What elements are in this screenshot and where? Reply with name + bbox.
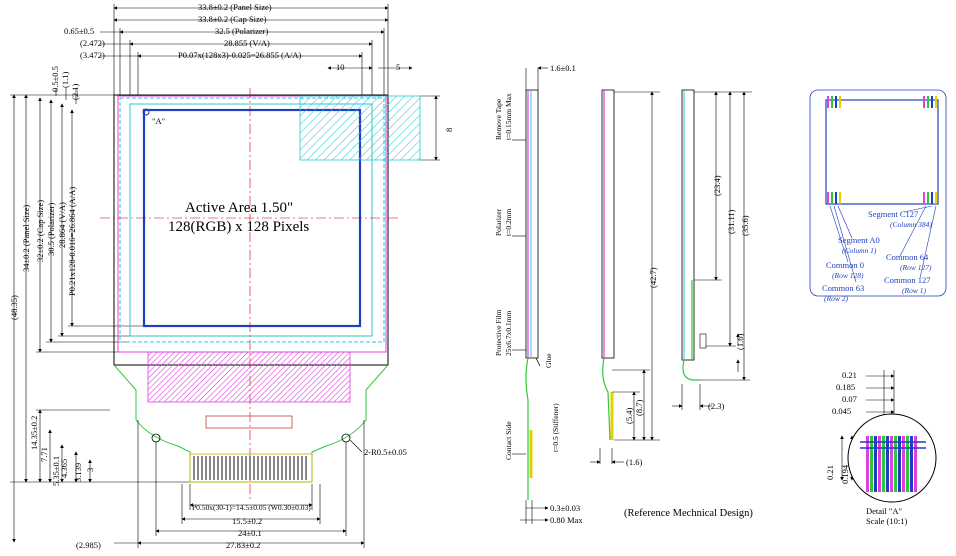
glue-label: Glue (544, 353, 553, 368)
polarizer-thk: t=0.2mm (504, 208, 513, 236)
row2-label: (Row 2) (824, 294, 848, 303)
dim-thickness: 1.6±0.1 (550, 63, 576, 73)
detail-0-07: 0.07 (842, 394, 857, 404)
dim-27-83: 27.83±0.2 (226, 540, 260, 550)
col1-label: (Column 1) (842, 246, 877, 255)
hole-right (341, 433, 351, 443)
film-label: Protective Film (494, 309, 503, 356)
remove-tape-thk: t=0.15mm Max (504, 93, 513, 140)
dim-8-7: (8.7) (634, 400, 644, 416)
row127-label: (Row 127) (900, 263, 932, 272)
film-size: 25x6.7x0.1mm (504, 310, 513, 356)
dim-five: 5 (396, 62, 400, 72)
marker-a-label: "A" (152, 116, 165, 126)
detail-a: 0.21 0.185 0.07 0.045 0.21 0.194 Detail … (825, 370, 937, 526)
dim-panel-width: 33.8±0.2 (Panel Size) (198, 2, 272, 12)
dim-cap-height: 32±0.2 (Cap Size) (35, 200, 45, 262)
detail-0-185: 0.185 (836, 382, 855, 392)
mechanical-drawing: 33.8±0.2 (Panel Size) 33.8±0.2 (Cap Size… (9, 2, 947, 550)
reference-note: (Reference Mechnical Design) (624, 508, 753, 519)
dim-overall-height: (48.35) (9, 295, 19, 320)
dim-35-6: (35.6) (740, 215, 750, 236)
dim-right-1-6: (1.6) (735, 334, 745, 350)
dim-2-985: (2.985) (76, 540, 101, 550)
dim-5-35: 5.35±0.1 (51, 456, 61, 486)
active-area-label: Active Area 1.50" (185, 200, 293, 216)
dim-left-offset: 0.65±0.5 (64, 26, 94, 36)
detail-title: Detail "A" (866, 506, 902, 516)
dim-aa-width: P0.07x(128x3)-0.025=26.855 (A/A) (178, 50, 301, 60)
stiffener-label: t=0.5 (Stiffener) (551, 403, 560, 452)
remove-tape-label: Remove Tape (494, 98, 503, 140)
dim-fpc-length: 14.35±0.2 (29, 416, 39, 450)
dim-panel-height: 34±0.2 (Panel Size) (21, 205, 31, 272)
row1-label: (Row 1) (902, 286, 926, 295)
driver-area (147, 351, 351, 403)
front-view: 33.8±0.2 (Panel Size) 33.8±0.2 (Cap Size… (9, 2, 454, 550)
dim-3: 3 (85, 468, 95, 472)
dim-24: 24±0.1 (238, 528, 262, 538)
dim-cap-width: 33.8±0.2 (Cap Size) (198, 14, 267, 24)
dim-0-3: 0.3±0.03 (550, 503, 580, 513)
dim-ten: 10 (336, 62, 345, 72)
side-view: 1.6±0.1 Remove Tape t=0.15mm Max Polariz… (494, 63, 583, 525)
dim-42-7: (42.7) (648, 267, 658, 288)
dim-polarizer-width: 32.5 (Polarizer) (215, 26, 269, 36)
col384-label: (Column 384) (890, 220, 932, 229)
dim-1-1: (1.1) (60, 72, 70, 88)
dim-23-4: (23.4) (712, 175, 722, 196)
row128-label: (Row 128) (832, 271, 864, 280)
dim-2-3: (2.3) (708, 401, 724, 411)
dim-va-offset: (2.472) (80, 38, 105, 48)
tape-hatch-area (299, 95, 421, 161)
right-view: (23.4) (31.11) (35.6) (1.6) (2.3) (672, 89, 752, 411)
pin-map: Segment C127 (Column 384) Segment A0 (Co… (809, 89, 947, 303)
detail-v-0-21: 0.21 (825, 465, 835, 480)
seg0-label: Segment A0 (838, 235, 880, 245)
dim-5-4: (5.4) (624, 408, 634, 424)
dim-aa-offset: (3.472) (80, 50, 105, 60)
polarizer-label: Polarizer (494, 208, 503, 236)
dim-va-width: 28.855 (V/A) (224, 38, 270, 48)
dim-polarizer-height: 30.5 (Polarizer) (46, 202, 56, 256)
dim-15-5: 15.5±0.2 (232, 516, 262, 526)
dim-eight: 8 (444, 128, 454, 132)
pixels-label: 128(RGB) x 128 Pixels (168, 219, 309, 235)
dim-3-139: 3.139 (73, 463, 83, 482)
com64-label: Common 64 (886, 252, 929, 262)
dim-pin-pitch: P0.50x(30-1)=14.5±0.05 (W0.30±0.03) (192, 503, 311, 512)
dim-top-gap: 0.5±0.5 (50, 66, 60, 92)
dim-aa-height: P0.21x128-0.016=26.864 (A/A) (67, 187, 77, 296)
com127-label: Common 127 (884, 275, 931, 285)
dim-31-11: (31.11) (726, 209, 736, 234)
seg127-label: Segment C127 (868, 209, 918, 219)
fpc-pins (193, 456, 307, 480)
com0-label: Common 0 (826, 260, 864, 270)
dim-0-8: 0.80 Max (550, 515, 583, 525)
dim-mid-1-6: (1.6) (626, 457, 642, 467)
detail-0-21: 0.21 (842, 370, 857, 380)
detail-scale: Scale (10:1) (866, 516, 907, 526)
ic-outline (205, 415, 293, 429)
detail-0-045: 0.045 (832, 406, 851, 416)
dim-2-1: (2.1) (70, 84, 80, 100)
dim-7-71: 7.71 (39, 447, 49, 462)
dim-hole-radius: 2-R0.5±0.05 (364, 447, 407, 457)
com63-label: Common 63 (822, 283, 864, 293)
mid-view: (42.7) (5.4) (8.7) (1.6) (590, 89, 660, 467)
contact-side-label: Contact Side (504, 421, 513, 460)
dim-va-height: 28.864 (V/A) (57, 202, 67, 248)
